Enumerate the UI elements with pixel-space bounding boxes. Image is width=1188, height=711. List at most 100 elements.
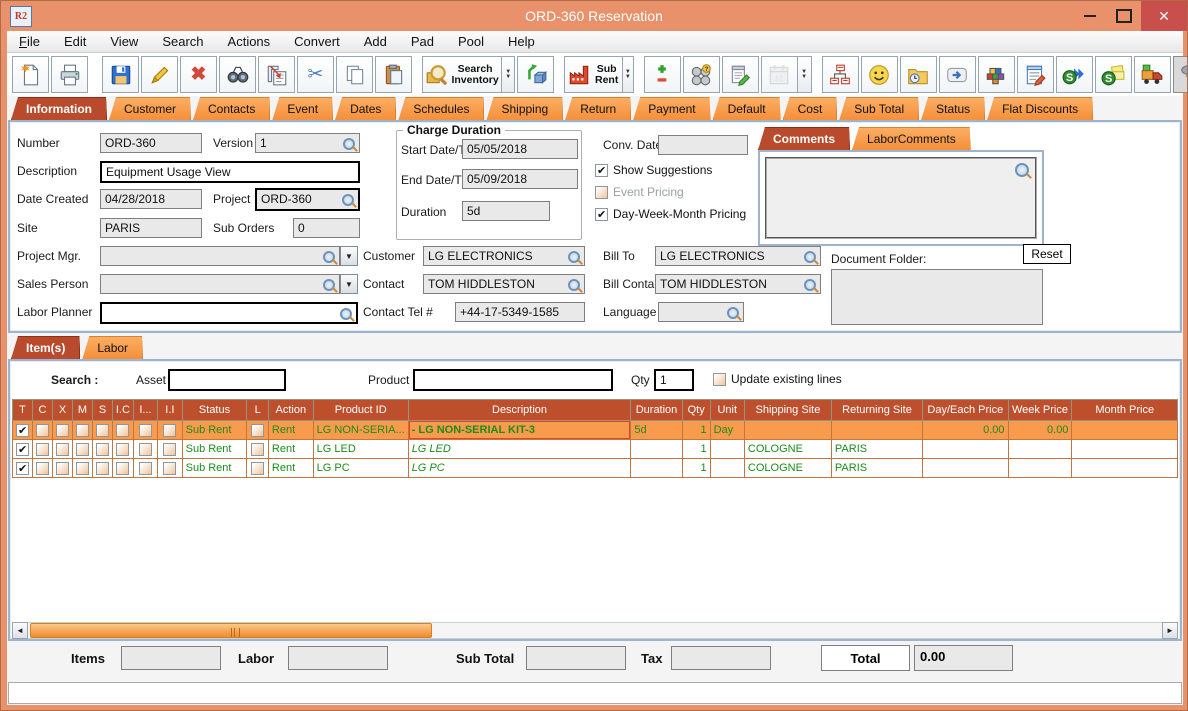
column-header-product-id[interactable]: Product ID <box>312 399 409 421</box>
delete-button[interactable]: ✖ <box>180 56 217 93</box>
end-date-field[interactable]: 05/09/2018 <box>462 169 578 189</box>
row-checkbox-cell[interactable] <box>112 458 134 478</box>
column-header-i-c[interactable]: I.C <box>112 399 134 421</box>
asset-input[interactable] <box>168 369 286 391</box>
menu-pool[interactable]: Pool <box>458 34 484 49</box>
column-header-shipping-site[interactable]: Shipping Site <box>743 399 832 421</box>
row-checkbox-cell[interactable] <box>132 458 159 478</box>
update-existing-lines-checkbox[interactable]: Update existing lines <box>713 372 842 386</box>
conv-date-field[interactable] <box>658 135 748 155</box>
comments-tab-comments[interactable]: Comments <box>758 127 850 150</box>
row-l-checkbox-cell[interactable] <box>246 420 269 440</box>
show-suggestions-checkbox[interactable]: Show Suggestions <box>595 163 712 177</box>
smiley-button[interactable] <box>860 56 898 93</box>
edit-button[interactable] <box>141 56 178 93</box>
maximize-button[interactable] <box>1107 1 1141 31</box>
cut-button[interactable]: ✂ <box>297 56 334 93</box>
table-row[interactable]: Sub RentRentLG LEDLG LED1COLOGNEPARIS <box>12 439 1178 459</box>
find-button[interactable] <box>219 56 256 93</box>
menu-add[interactable]: Add <box>364 34 387 49</box>
paste-button[interactable] <box>375 56 412 93</box>
tab-information[interactable]: Information <box>11 97 107 120</box>
language-lookup-icon[interactable] <box>727 307 739 319</box>
tab-payment[interactable]: Payment <box>633 97 710 120</box>
sales-person-dropdown[interactable]: ▼ <box>340 274 358 294</box>
search-inventory-button[interactable]: Search Inventory <box>422 56 503 93</box>
column-header-description[interactable]: Description <box>407 399 632 421</box>
version-lookup-icon[interactable] <box>343 138 355 150</box>
row-l-checkbox-cell[interactable] <box>246 439 269 459</box>
column-header-s[interactable]: S <box>92 399 113 421</box>
print-button[interactable] <box>51 56 88 93</box>
tab-sub-total[interactable]: Sub Total <box>839 97 919 120</box>
row-l-checkbox-cell[interactable] <box>246 458 269 478</box>
customer-field[interactable]: LG ELECTRONICS <box>423 246 585 266</box>
description-field[interactable]: Equipment Usage View <box>100 161 360 183</box>
duration-field[interactable]: 5d <box>462 201 550 221</box>
comments-tab-laborcomments[interactable]: LaborComments <box>852 127 971 150</box>
project-field[interactable]: ORD-360 <box>255 188 360 211</box>
calendar-button[interactable]: 12 <box>760 56 798 93</box>
column-header-returning-site[interactable]: Returning Site <box>830 399 924 421</box>
row-checkbox-cell[interactable] <box>157 420 183 440</box>
send-invoice-button[interactable]: S <box>1055 56 1093 93</box>
column-header-t[interactable]: T <box>12 399 33 421</box>
items-tab-labor[interactable]: Labor <box>82 336 143 359</box>
row-checkbox-cell[interactable] <box>32 439 53 459</box>
project-mgr-dropdown[interactable]: ▼ <box>340 246 358 266</box>
column-header-i[interactable]: I... <box>132 399 159 421</box>
version-field[interactable]: 1 <box>255 133 360 153</box>
edit-document-button[interactable] <box>1016 56 1054 93</box>
labor-planner-field[interactable] <box>100 302 358 324</box>
column-header-day-each-price[interactable]: Day/Each Price <box>922 399 1009 421</box>
row-checkbox-cell[interactable] <box>92 439 113 459</box>
labor-planner-lookup-icon[interactable] <box>340 308 352 320</box>
start-date-field[interactable]: 05/05/2018 <box>462 139 578 159</box>
project-mgr-field[interactable] <box>100 246 340 266</box>
menu-pad[interactable]: Pad <box>411 34 434 49</box>
menu-help[interactable]: Help <box>508 34 535 49</box>
comments-lookup-icon[interactable] <box>1015 163 1029 177</box>
column-header-week-price[interactable]: Week Price <box>1007 399 1073 421</box>
bill-contact-lookup-icon[interactable] <box>804 279 816 291</box>
menu-search[interactable]: Search <box>162 34 203 49</box>
tab-cost[interactable]: Cost <box>783 97 838 120</box>
close-button[interactable]: ✕ <box>1141 1 1187 31</box>
tab-status[interactable]: Status <box>921 97 985 120</box>
column-header-duration[interactable]: Duration <box>630 399 683 421</box>
column-header-qty[interactable]: Qty <box>681 399 711 421</box>
menu-actions[interactable]: Actions <box>228 34 271 49</box>
tab-default[interactable]: Default <box>713 97 781 120</box>
tab-contacts[interactable]: Contacts <box>193 97 270 120</box>
row-checkbox-cell[interactable] <box>92 420 113 440</box>
site-field[interactable]: PARIS <box>100 218 202 238</box>
document-folder-button[interactable] <box>899 56 937 93</box>
billing-notes-button[interactable]: S <box>1094 56 1132 93</box>
row-checkbox-cell[interactable] <box>32 420 53 440</box>
column-header-action[interactable]: Action <box>267 399 314 421</box>
org-chart-button[interactable] <box>821 56 859 93</box>
sub-rent-button-dropdown[interactable]: ▼ ▼ <box>623 56 634 93</box>
scroll-left-button[interactable]: ◄ <box>12 622 28 639</box>
table-row[interactable]: Sub RentRentLG PCLG PC1COLOGNEPARIS <box>12 458 1178 478</box>
row-checkbox-cell[interactable] <box>157 458 183 478</box>
sales-person-field[interactable] <box>100 274 340 294</box>
row-checkbox-cell[interactable] <box>52 420 73 440</box>
row-checkbox-cell[interactable] <box>112 420 134 440</box>
row-checkbox-cell[interactable] <box>12 420 33 440</box>
column-header-status[interactable]: Status <box>181 399 248 421</box>
comments-textarea[interactable] <box>765 157 1037 239</box>
tab-schedules[interactable]: Schedules <box>398 97 484 120</box>
notes-button[interactable] <box>721 56 759 93</box>
bill-to-lookup-icon[interactable] <box>804 251 816 263</box>
search-inventory-button-dropdown[interactable]: ▼ ▼ <box>502 56 516 93</box>
h-scrollbar-thumb[interactable] <box>30 623 432 638</box>
project-lookup-icon[interactable] <box>342 194 354 206</box>
tab-event[interactable]: Event <box>272 97 333 120</box>
row-checkbox-cell[interactable] <box>132 420 159 440</box>
column-header-m[interactable]: M <box>72 399 93 421</box>
row-checkbox-cell[interactable] <box>157 439 183 459</box>
add-remove-lines-button[interactable] <box>643 56 681 93</box>
column-header-c[interactable]: C <box>32 399 53 421</box>
tab-dates[interactable]: Dates <box>335 97 396 120</box>
